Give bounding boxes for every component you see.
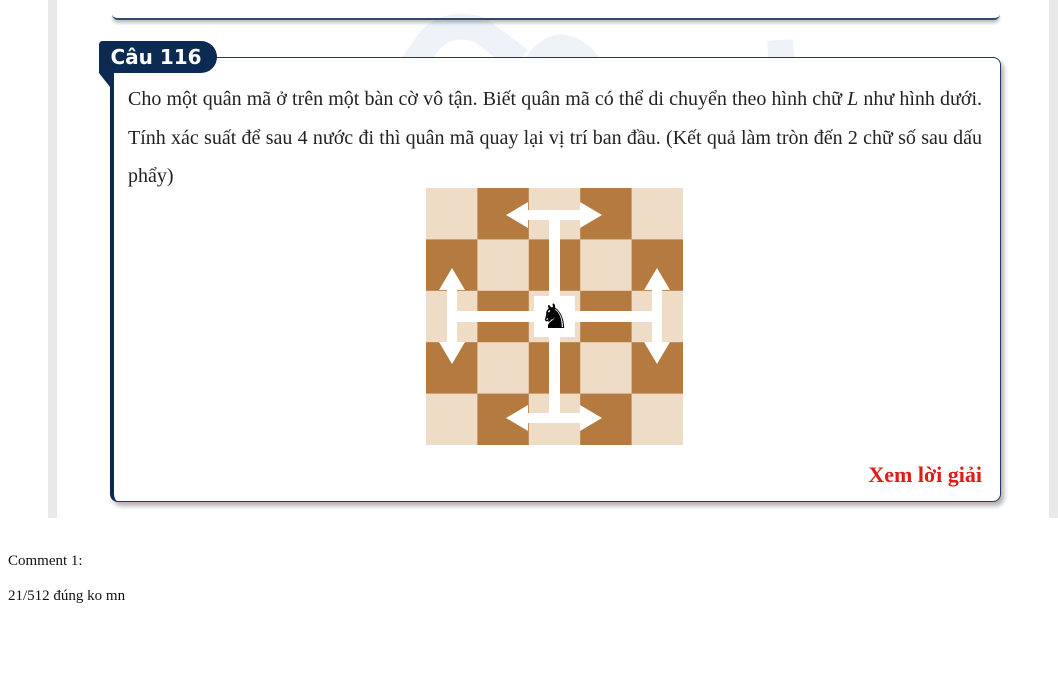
- board-cell: [580, 342, 633, 395]
- chess-board-figure: ♞: [426, 188, 684, 446]
- page-left-border: [48, 0, 57, 518]
- question-text: Cho một quân mã ở trên một bàn cờ vô tận…: [128, 80, 982, 196]
- board-cell: [426, 188, 478, 240]
- arrow-stem-right: [572, 311, 657, 322]
- board-cell: [580, 239, 633, 292]
- board-cell: [477, 239, 530, 292]
- board-cell: [631, 188, 684, 240]
- arrow-stem-top: [549, 215, 560, 301]
- board-cell: [477, 342, 530, 395]
- previous-question-box-edge: [112, 14, 1000, 20]
- arrow-stem-left: [452, 311, 538, 322]
- comment-text: 21/512 đúng ko mn: [8, 588, 126, 604]
- question-text-part-1: Cho một quân mã ở trên một bàn cờ vô tận…: [128, 88, 848, 110]
- view-solution-link[interactable]: Xem lời giải: [868, 462, 982, 488]
- math-letter-l: L: [847, 88, 859, 110]
- question-number-tab: Câu 116: [99, 41, 217, 73]
- knight-icon: ♞: [539, 297, 569, 337]
- question-tab-fold: [99, 73, 110, 87]
- board-cell: [426, 393, 478, 446]
- comment-label: Comment 1:: [8, 553, 83, 569]
- chess-board: ♞: [426, 188, 684, 446]
- board-cell: [631, 393, 684, 446]
- page-right-border: [1049, 0, 1058, 518]
- arrow-stem-bottom: [549, 335, 560, 418]
